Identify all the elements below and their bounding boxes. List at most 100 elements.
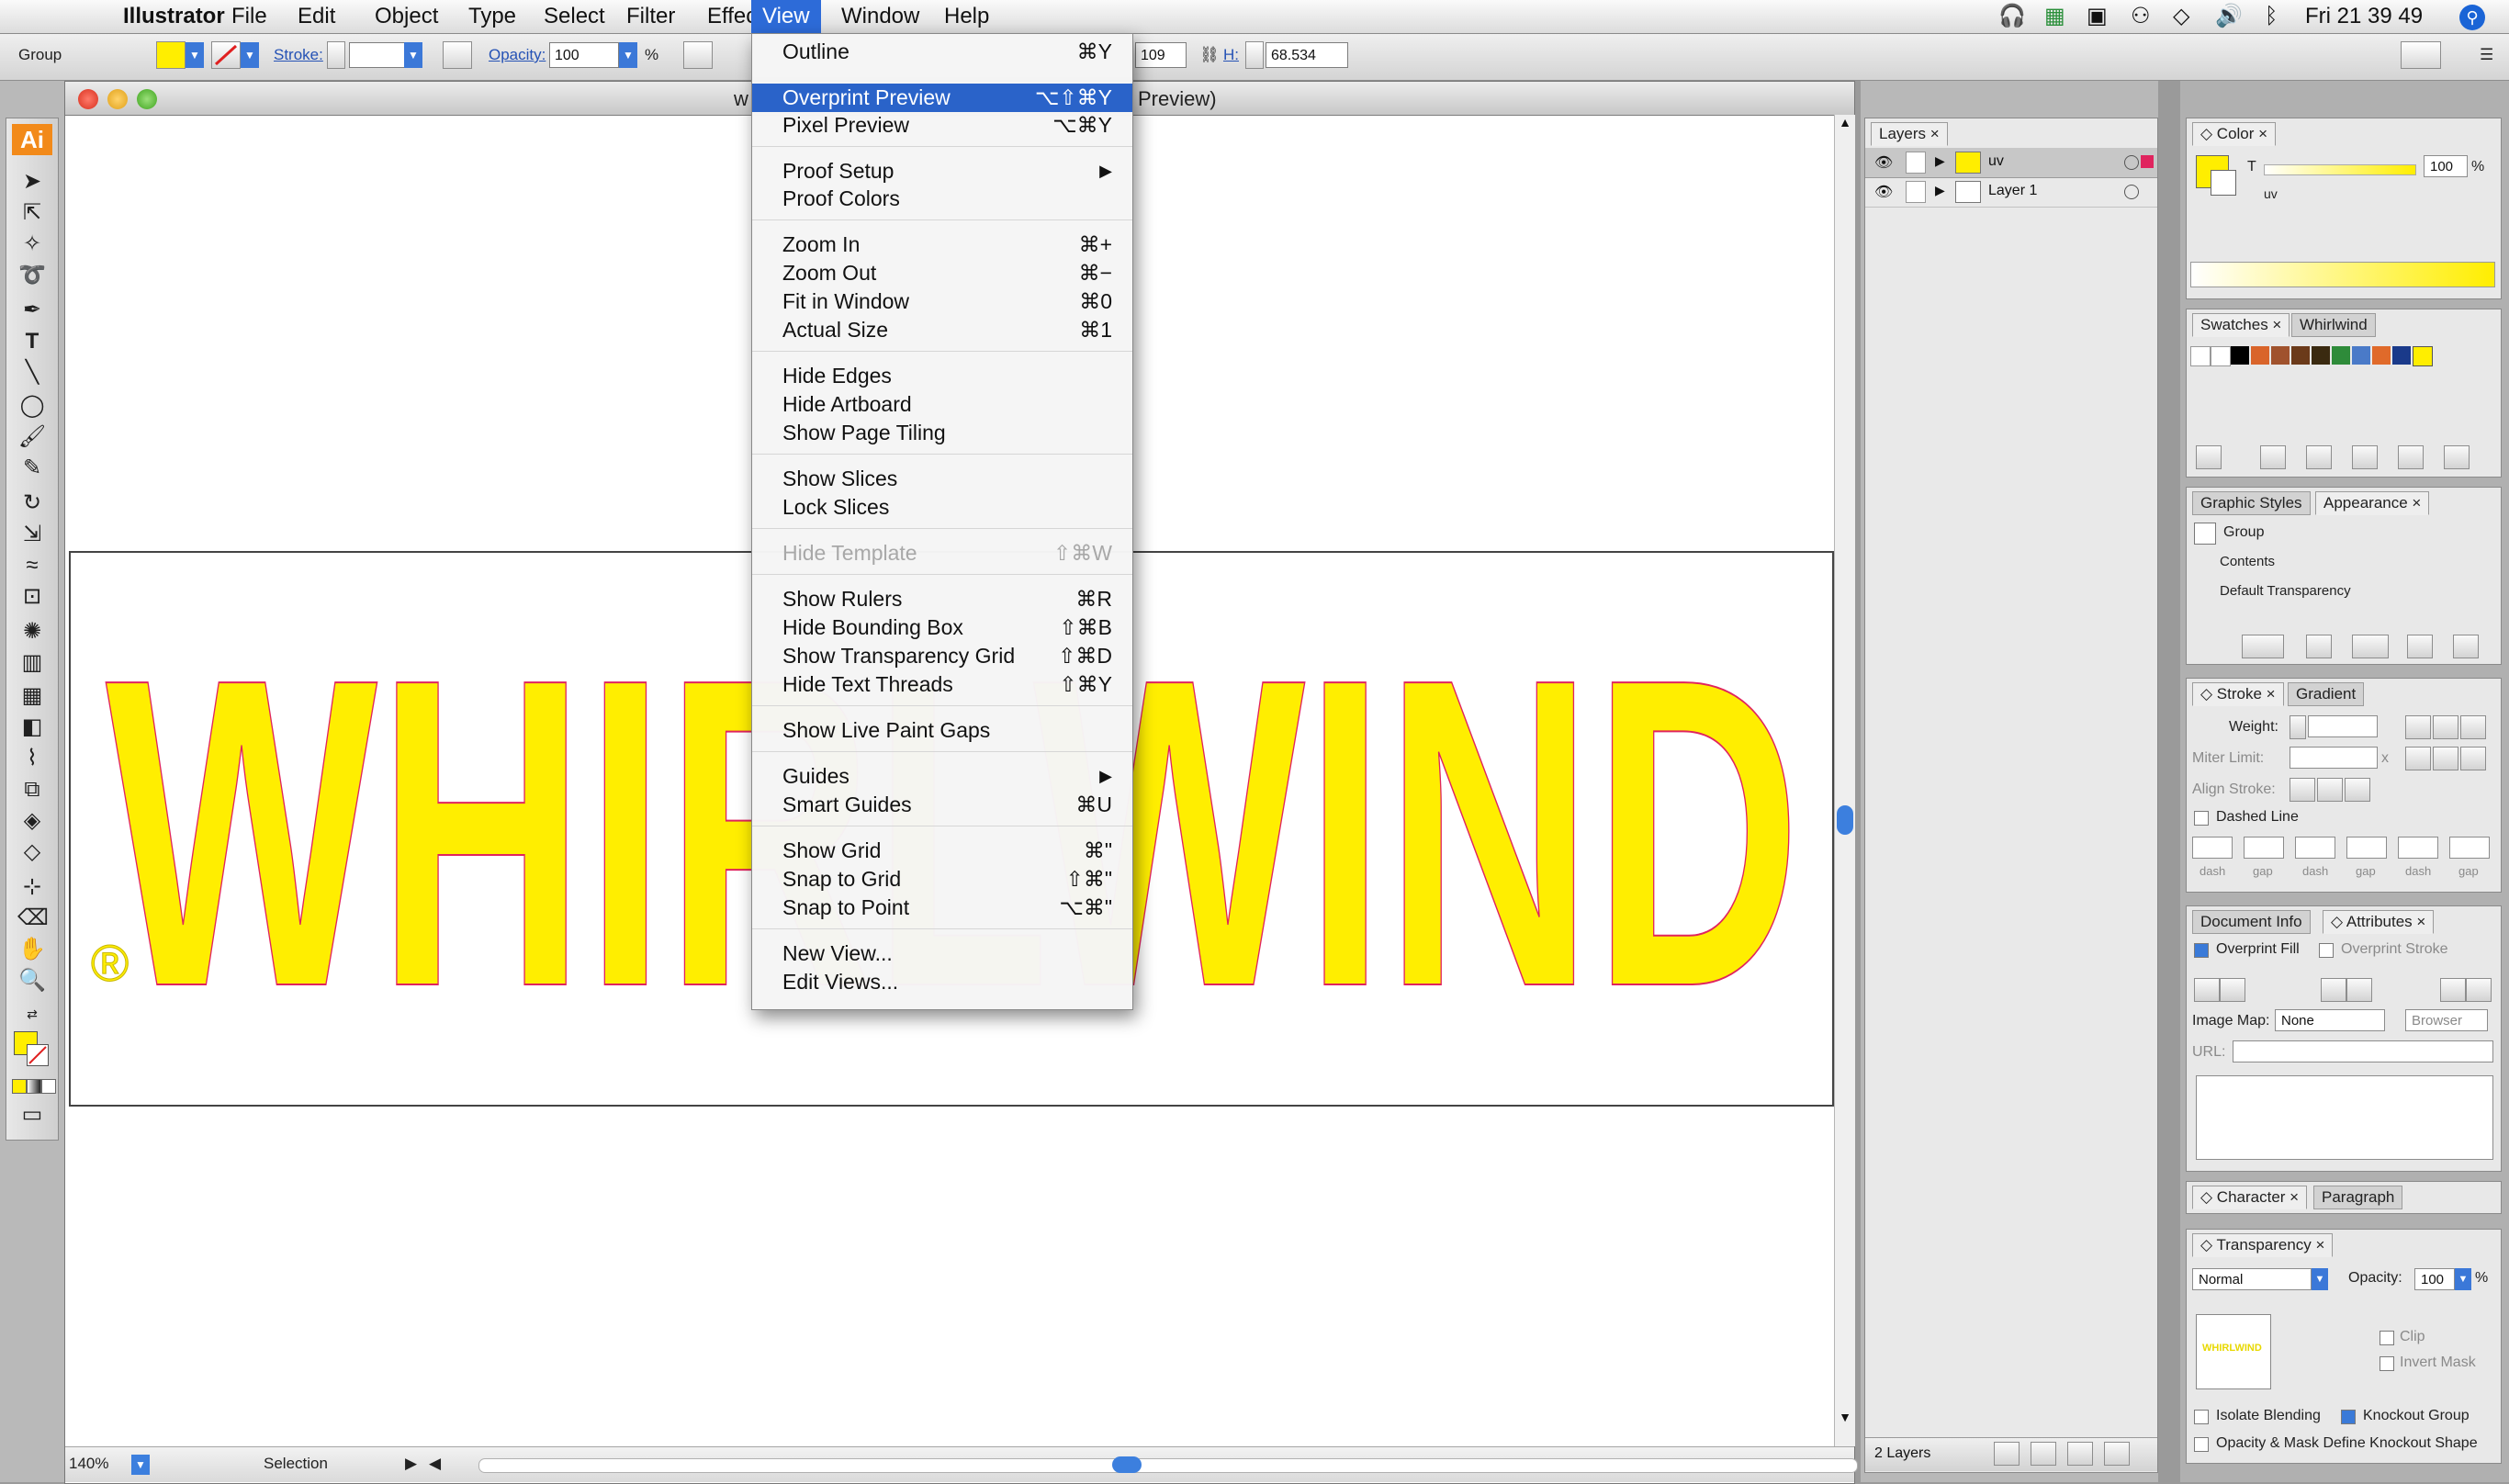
browser-button[interactable]: Browser bbox=[2405, 1009, 2488, 1031]
tab-swatches[interactable]: Swatches × bbox=[2192, 313, 2290, 337]
swatch-none[interactable] bbox=[2190, 346, 2211, 366]
color-mode-icon[interactable] bbox=[12, 1079, 27, 1094]
menu-item-smart-guides[interactable]: Smart Guides ⌘U bbox=[752, 791, 1132, 819]
menu-item-show-rulers[interactable]: Show Rulers ⌘R bbox=[752, 585, 1132, 613]
target-icon[interactable] bbox=[2124, 155, 2139, 170]
menu-item-snap-to-grid[interactable]: Snap to Grid ⇧⌘" bbox=[752, 865, 1132, 894]
miter-limit-field[interactable] bbox=[2290, 747, 2378, 769]
menu-view[interactable]: View bbox=[751, 0, 821, 33]
opacity-link[interactable]: Opacity: bbox=[489, 46, 546, 64]
gap-field[interactable] bbox=[2346, 837, 2387, 859]
menu-select[interactable]: Select bbox=[533, 0, 616, 33]
ellipse-tool-icon[interactable]: ◯ bbox=[17, 392, 47, 420]
panel-menu-icon[interactable]: ☰ bbox=[2480, 46, 2493, 64]
color-spectrum[interactable] bbox=[2190, 262, 2495, 287]
chevron-down-icon[interactable]: ▼ bbox=[2312, 1268, 2328, 1290]
vertical-scroll-thumb[interactable] bbox=[1837, 805, 1853, 835]
butt-cap-icon[interactable] bbox=[2405, 715, 2431, 739]
target-icon[interactable] bbox=[2124, 185, 2139, 199]
magic-wand-tool-icon[interactable]: ✧ bbox=[17, 230, 47, 258]
scroll-up-icon[interactable]: ▲ bbox=[1835, 115, 1855, 135]
pen-tool-icon[interactable]: ✒ bbox=[17, 297, 47, 324]
status-menu-arrow-icon[interactable]: ▶ bbox=[405, 1455, 417, 1473]
menu-item-proof-colors[interactable]: Proof Colors bbox=[752, 185, 1132, 213]
menu-item-proof-setup[interactable]: Proof Setup ▶ bbox=[752, 157, 1132, 186]
chevron-down-icon[interactable]: ▼ bbox=[2455, 1268, 2471, 1290]
gap-field[interactable] bbox=[2244, 837, 2284, 859]
chevron-down-icon[interactable]: ▼ bbox=[619, 42, 637, 68]
swatch-navy[interactable] bbox=[2392, 346, 2411, 365]
gradient-tool-icon[interactable]: ◧ bbox=[17, 714, 47, 741]
menu-item-lock-slices[interactable]: Lock Slices bbox=[752, 493, 1132, 522]
round-join-icon[interactable] bbox=[2433, 747, 2458, 770]
align-inside-icon[interactable] bbox=[2317, 778, 2343, 802]
menu-item-show-page-tiling[interactable]: Show Page Tiling bbox=[752, 419, 1132, 447]
round-cap-icon[interactable] bbox=[2433, 715, 2458, 739]
layer-row[interactable]: 👁 ▶ Layer 1 bbox=[1865, 177, 2157, 208]
tint-value-field[interactable]: 100 bbox=[2424, 155, 2468, 177]
swatch-options-icon[interactable] bbox=[2306, 445, 2332, 469]
weight-stepper[interactable] bbox=[2290, 715, 2306, 739]
menu-item-new-view[interactable]: New View... bbox=[752, 939, 1132, 968]
expand-arrow-icon[interactable]: ▶ bbox=[1935, 153, 1945, 169]
layer-name[interactable]: Layer 1 bbox=[1988, 183, 2037, 199]
scale-tool-icon[interactable]: ⇲ bbox=[17, 521, 47, 548]
swatch-blue[interactable] bbox=[2352, 346, 2370, 365]
menu-item-fit-in-window[interactable]: Fit in Window ⌘0 bbox=[752, 287, 1132, 316]
gradient-mode-icon[interactable] bbox=[27, 1079, 41, 1094]
none-mode-icon[interactable] bbox=[41, 1079, 56, 1094]
pencil-tool-icon[interactable]: ✎ bbox=[17, 455, 47, 482]
graph-tool-icon[interactable]: ▥ bbox=[17, 649, 47, 677]
swatch-orange[interactable] bbox=[2251, 346, 2269, 365]
height-stepper[interactable] bbox=[1245, 41, 1264, 69]
menu-item-snap-to-point[interactable]: Snap to Point ⌥⌘" bbox=[752, 894, 1132, 922]
hand-tool-icon[interactable]: ✋ bbox=[17, 936, 47, 963]
make-clipping-mask-icon[interactable] bbox=[1994, 1442, 2020, 1466]
chevron-down-icon[interactable]: ▼ bbox=[131, 1455, 150, 1475]
chevron-down-icon[interactable]: ▼ bbox=[241, 42, 259, 68]
brush-definition-icon[interactable] bbox=[443, 41, 472, 69]
dash-field[interactable] bbox=[2398, 837, 2438, 859]
tab-appearance[interactable]: Appearance × bbox=[2315, 491, 2430, 515]
menu-window[interactable]: Window bbox=[830, 0, 930, 33]
tab-transparency[interactable]: ◇ Transparency × bbox=[2192, 1233, 2334, 1257]
fill-color-swatch[interactable] bbox=[156, 41, 186, 69]
live-paint-selection-tool-icon[interactable]: ◇ bbox=[17, 838, 47, 866]
free-transform-tool-icon[interactable]: ⊡ bbox=[17, 583, 47, 611]
image-map-select[interactable]: None bbox=[2275, 1009, 2385, 1031]
status-text[interactable]: Selection bbox=[264, 1455, 328, 1473]
menu-type[interactable]: Type bbox=[457, 0, 527, 33]
swatch-dark-brown[interactable] bbox=[2291, 346, 2310, 365]
swatch-green[interactable] bbox=[2332, 346, 2350, 365]
camera-icon[interactable] bbox=[2401, 41, 2441, 69]
tab-attributes[interactable]: ◇ Attributes × bbox=[2323, 910, 2435, 934]
clear-appearance-icon[interactable] bbox=[2306, 635, 2332, 658]
opacity-field[interactable]: 100 bbox=[549, 42, 619, 68]
align-center-icon[interactable] bbox=[2290, 778, 2315, 802]
stroke-stepper[interactable] bbox=[327, 41, 345, 69]
menu-item-hide-artboard[interactable]: Hide Artboard bbox=[752, 390, 1132, 419]
scroll-left-icon[interactable]: ◀ bbox=[429, 1455, 441, 1473]
tab-gradient[interactable]: Gradient bbox=[2288, 682, 2365, 706]
blend-mode-select[interactable]: Normal bbox=[2192, 1268, 2312, 1290]
projecting-cap-icon[interactable] bbox=[2460, 715, 2486, 739]
line-tool-icon[interactable]: ╲ bbox=[17, 359, 47, 387]
tab-layers[interactable]: Layers × bbox=[1871, 122, 1948, 146]
vertical-scrollbar[interactable]: ▲ ▼ bbox=[1834, 115, 1855, 1446]
appearance-contents[interactable]: Contents bbox=[2220, 554, 2275, 569]
selection-indicator[interactable] bbox=[2141, 155, 2154, 168]
opacity-mask-checkbox[interactable] bbox=[2194, 1437, 2209, 1452]
tint-slider[interactable] bbox=[2264, 164, 2416, 175]
eraser-tool-icon[interactable]: ⌫ bbox=[17, 905, 49, 932]
layer-name[interactable]: uv bbox=[1988, 153, 2004, 170]
width-field[interactable]: 109 bbox=[1135, 42, 1187, 68]
link-icon[interactable]: ⛓ bbox=[1199, 46, 1220, 64]
symbol-sprayer-tool-icon[interactable]: ✺ bbox=[17, 618, 47, 646]
lock-toggle[interactable] bbox=[1906, 181, 1926, 203]
stroke-swatch[interactable] bbox=[27, 1044, 49, 1066]
live-paint-tool-icon[interactable]: ◈ bbox=[17, 807, 47, 835]
horizontal-scroll-thumb[interactable] bbox=[1112, 1456, 1142, 1473]
swap-fill-stroke-icon[interactable]: ⇄ bbox=[17, 1000, 47, 1028]
appearance-transparency[interactable]: Default Transparency bbox=[2220, 583, 2351, 599]
chevron-down-icon[interactable]: ▼ bbox=[186, 42, 204, 68]
